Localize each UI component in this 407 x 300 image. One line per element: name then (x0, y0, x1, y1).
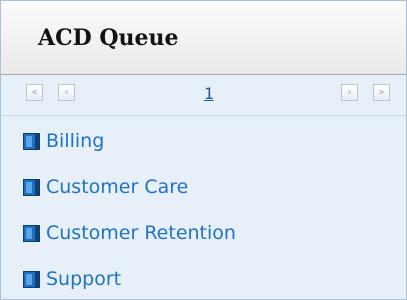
chevron-left-icon: ‹ (64, 86, 69, 98)
queue-item-support[interactable]: Support (1, 256, 406, 299)
queue-item-label: Billing (46, 130, 105, 152)
double-chevron-left-icon: « (31, 86, 38, 98)
chevron-right-icon: › (347, 86, 352, 98)
queue-item-customer-retention[interactable]: Customer Retention (1, 210, 406, 256)
double-chevron-right-icon: » (378, 86, 385, 98)
previous-page-button[interactable]: ‹ (58, 84, 75, 101)
last-page-button[interactable]: » (373, 84, 390, 101)
panel-header: ACD Queue (1, 1, 406, 75)
queue-item-customer-care[interactable]: Customer Care (1, 164, 406, 210)
acd-queue-panel: ACD Queue « ‹ 1 › » Billing Customer Car… (0, 0, 407, 300)
queue-item-label: Customer Care (46, 176, 189, 198)
first-page-button[interactable]: « (26, 84, 43, 101)
queue-item-label: Customer Retention (46, 222, 236, 244)
page-number-link[interactable]: 1 (204, 84, 214, 103)
next-page-button[interactable]: › (341, 84, 358, 101)
queue-item-label: Support (46, 268, 122, 290)
queue-icon (23, 178, 40, 196)
queue-icon (23, 224, 40, 242)
queue-list: Billing Customer Care Customer Retention… (1, 116, 406, 299)
queue-item-billing[interactable]: Billing (1, 118, 406, 164)
panel-title: ACD Queue (38, 24, 179, 51)
queue-icon (23, 270, 40, 288)
pager-bar: « ‹ 1 › » (1, 75, 406, 116)
queue-icon (23, 132, 40, 150)
